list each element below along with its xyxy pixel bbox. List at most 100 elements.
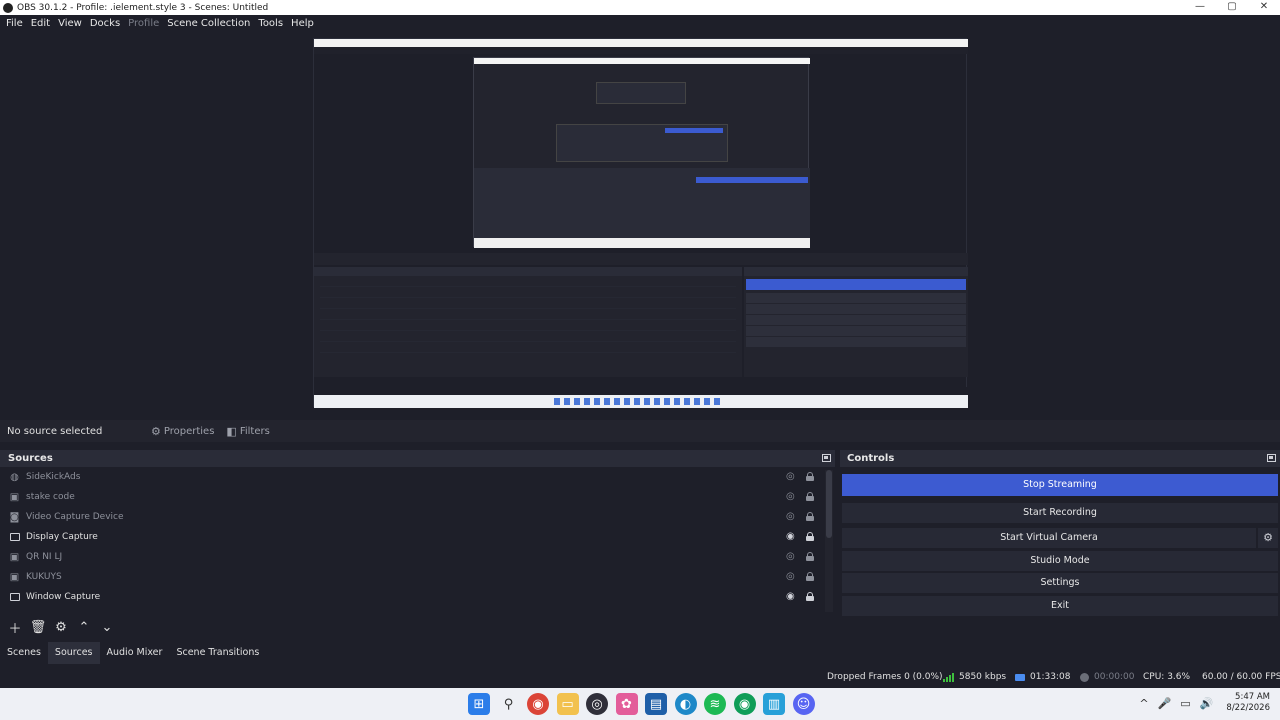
nested-button xyxy=(746,326,966,336)
lock-icon[interactable] xyxy=(806,532,814,541)
preview-canvas[interactable] xyxy=(313,38,968,408)
stop-streaming-button[interactable]: Stop Streaming xyxy=(842,474,1278,496)
preview-nested-tabs xyxy=(314,377,742,387)
nested-button xyxy=(746,315,966,325)
filters-button[interactable]: ◧ Filters xyxy=(220,421,275,441)
remove-source-button[interactable]: 🗑 xyxy=(27,617,49,637)
lock-icon[interactable] xyxy=(806,552,814,561)
chrome-profile-icon[interactable]: ◉ xyxy=(733,693,756,715)
move-down-button[interactable]: ⌄ xyxy=(96,617,118,637)
source-item[interactable]: Window Capture ◉ xyxy=(0,587,822,607)
nested-button xyxy=(746,293,966,303)
controls-dock-header: Controls xyxy=(840,450,1280,467)
app-icon[interactable]: ✿ xyxy=(615,693,638,715)
tab-audio-mixer[interactable]: Audio Mixer xyxy=(100,642,170,664)
start-recording-button[interactable]: Start Recording xyxy=(842,503,1278,523)
nested-block xyxy=(596,82,686,104)
menu-tools[interactable]: Tools xyxy=(254,18,287,29)
eye-hidden-icon[interactable]: ◎ xyxy=(786,511,795,522)
tab-sources[interactable]: Sources xyxy=(47,642,100,664)
microphone-icon[interactable]: 🎤 xyxy=(1158,697,1172,710)
eye-hidden-icon[interactable]: ◎ xyxy=(786,551,795,562)
source-properties-button[interactable]: ⚙ xyxy=(50,617,72,637)
discord-icon[interactable]: ☺ xyxy=(792,693,815,715)
lock-icon[interactable] xyxy=(806,592,814,601)
maximize-button[interactable]: ▢ xyxy=(1216,0,1248,15)
nested-row xyxy=(320,277,736,287)
sources-toolbar: ＋ 🗑 ⚙ ⌃ ⌄ xyxy=(0,616,835,638)
dock-tabs: Scenes Sources Audio Mixer Scene Transit… xyxy=(0,642,835,664)
clock[interactable]: 5:47 AM 8/22/2026 xyxy=(1226,692,1270,714)
eye-icon[interactable]: ◉ xyxy=(786,531,795,542)
eye-hidden-icon[interactable]: ◎ xyxy=(786,571,795,582)
preview-nested-sources xyxy=(314,267,742,377)
source-name: KUKUYS xyxy=(26,572,62,582)
bitrate-indicator: 5850 kbps xyxy=(943,672,1006,682)
eye-icon[interactable]: ◉ xyxy=(786,591,795,602)
lock-icon[interactable] xyxy=(806,512,814,521)
nested-button xyxy=(746,304,966,314)
eye-hidden-icon[interactable]: ◎ xyxy=(786,471,795,482)
exit-button[interactable]: Exit xyxy=(842,596,1278,616)
file-explorer-icon[interactable]: ▭ xyxy=(556,693,579,715)
nested-task-icons xyxy=(554,398,724,405)
menu-file[interactable]: File xyxy=(2,18,27,29)
notes-icon[interactable]: ▥ xyxy=(763,693,785,715)
controls-title: Controls xyxy=(847,453,895,464)
source-item[interactable]: ▣ KUKUYS ◎ xyxy=(0,567,822,587)
virtual-camera-settings-button[interactable]: ⚙ xyxy=(1258,528,1278,548)
windows-start-icon[interactable]: ⊞ xyxy=(468,693,490,715)
obs-icon[interactable]: ◎ xyxy=(586,693,608,715)
chrome-icon[interactable]: ◉ xyxy=(527,693,549,715)
menu-bar: File Edit View Docks Profile Scene Colle… xyxy=(0,15,1280,32)
nested-docks xyxy=(474,168,810,238)
volume-icon[interactable]: 🔊 xyxy=(1200,697,1214,710)
source-item[interactable]: Display Capture ◉ xyxy=(0,527,822,547)
sources-title: Sources xyxy=(8,453,53,464)
close-button[interactable]: ✕ xyxy=(1248,0,1280,15)
network-icon[interactable]: ▭ xyxy=(1180,697,1190,710)
spotify-icon[interactable]: ≋ xyxy=(704,693,726,715)
source-item[interactable]: ◍ SideKickAds ◎ xyxy=(0,467,822,487)
source-item[interactable]: ▣ QR NI LJ ◎ xyxy=(0,547,822,567)
undock-icon[interactable] xyxy=(1267,454,1276,462)
move-up-button[interactable]: ⌃ xyxy=(73,617,95,637)
lock-icon[interactable] xyxy=(806,472,814,481)
signal-bars-icon xyxy=(943,672,955,682)
undock-icon[interactable] xyxy=(822,454,831,462)
filters-label: Filters xyxy=(239,425,270,437)
tray-expand-icon[interactable]: ^ xyxy=(1139,697,1148,710)
stream-icon xyxy=(1015,673,1025,681)
add-source-button[interactable]: ＋ xyxy=(4,617,26,637)
scrollbar-thumb[interactable] xyxy=(826,470,832,538)
sources-scrollbar[interactable] xyxy=(825,470,833,612)
menu-edit[interactable]: Edit xyxy=(27,18,54,29)
lock-icon[interactable] xyxy=(806,572,814,581)
eye-hidden-icon[interactable]: ◎ xyxy=(786,491,795,502)
properties-button[interactable]: ⚙ Properties xyxy=(145,421,220,441)
preview-nested-taskbar xyxy=(314,395,968,408)
preview-nested-window xyxy=(473,57,810,248)
menu-view[interactable]: View xyxy=(54,18,86,29)
preview-area[interactable] xyxy=(0,32,1280,415)
menu-scene-collection[interactable]: Scene Collection xyxy=(163,18,254,29)
search-icon[interactable]: ⚲ xyxy=(498,693,520,715)
source-item[interactable]: ▣ stake code ◎ xyxy=(0,487,822,507)
menu-profile[interactable]: Profile xyxy=(124,18,163,29)
source-name: Display Capture xyxy=(26,532,98,542)
tab-scene-transitions[interactable]: Scene Transitions xyxy=(169,642,266,664)
tab-scenes[interactable]: Scenes xyxy=(0,642,48,664)
nested-button xyxy=(746,337,966,347)
settings-button[interactable]: Settings xyxy=(842,573,1278,593)
menu-help[interactable]: Help xyxy=(287,18,318,29)
store-icon[interactable]: ▤ xyxy=(645,693,667,715)
studio-mode-button[interactable]: Studio Mode xyxy=(842,551,1278,571)
minimize-button[interactable]: — xyxy=(1184,0,1216,15)
context-bar: No source selected ⚙ Properties ◧ Filter… xyxy=(0,420,1280,442)
edge-icon[interactable]: ◐ xyxy=(674,693,697,715)
nested-accent xyxy=(665,128,723,133)
source-item[interactable]: ◙ Video Capture Device ◎ xyxy=(0,507,822,527)
lock-icon[interactable] xyxy=(806,492,814,501)
menu-docks[interactable]: Docks xyxy=(86,18,124,29)
start-virtual-camera-button[interactable]: Start Virtual Camera xyxy=(842,528,1256,548)
